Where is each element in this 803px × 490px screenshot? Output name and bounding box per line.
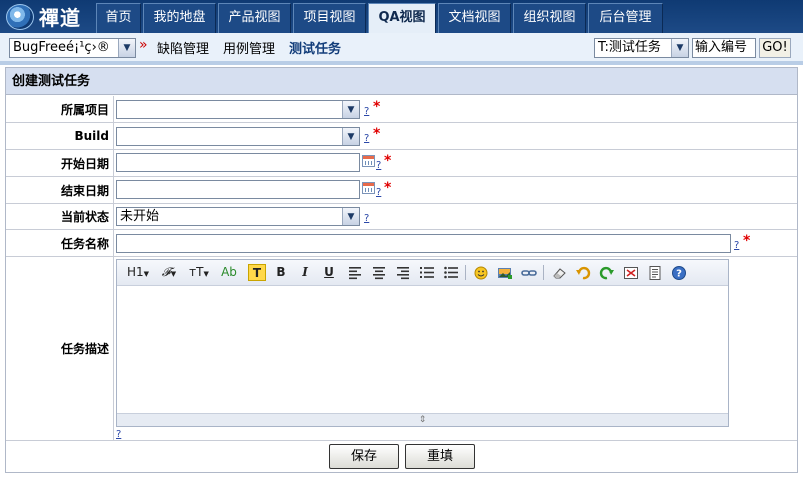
link-case-management[interactable]: 用例管理 <box>223 38 275 57</box>
align-right-icon[interactable] <box>395 264 411 281</box>
chevron-down-icon: ▼ <box>170 270 177 278</box>
required-mark: * <box>743 233 751 249</box>
end-date-input[interactable] <box>116 180 360 199</box>
type-select[interactable]: T:测试任务 ▼ <box>594 38 689 58</box>
chevron-down-icon: ▼ <box>118 39 135 57</box>
help-build[interactable]: ? <box>364 133 369 144</box>
begin-date-input[interactable] <box>116 153 360 172</box>
label-task-name: 任务名称 <box>6 230 114 256</box>
tab-my-space[interactable]: 我的地盘 <box>143 3 216 33</box>
status-select-value: 未开始 <box>120 209 160 224</box>
calendar-icon[interactable] <box>362 155 375 167</box>
panel-title: 创建测试任务 <box>6 68 797 95</box>
tab-admin[interactable]: 后台管理 <box>588 3 663 33</box>
align-center-icon[interactable] <box>371 264 387 281</box>
project-select[interactable]: ▼ <box>116 100 360 119</box>
insert-image-icon[interactable] <box>497 264 513 281</box>
font-size-button[interactable]: тT▼ <box>187 264 211 281</box>
chevron-down-icon: ▼ <box>671 39 688 57</box>
bold-button[interactable]: B <box>273 264 289 281</box>
logo-text: 禪道 <box>39 6 81 30</box>
type-select-value: T:测试任务 <box>598 40 661 55</box>
tab-org-view[interactable]: 组织视图 <box>513 3 586 33</box>
italic-button[interactable]: I <box>297 264 313 281</box>
fullscreen-icon[interactable] <box>623 264 639 281</box>
breadcrumb-separator: » <box>139 37 148 53</box>
label-begin-date: 开始日期 <box>6 150 114 176</box>
heading-button[interactable]: H1▼ <box>125 264 151 281</box>
chevron-down-icon: ▼ <box>342 101 359 118</box>
font-color-button[interactable]: Ab <box>219 264 239 281</box>
row-buttons <box>6 441 797 473</box>
chevron-down-icon: ▼ <box>342 128 359 145</box>
ordered-list-icon[interactable] <box>419 264 435 281</box>
toolbar-separator <box>465 265 466 280</box>
link-bug-management[interactable]: 缺陷管理 <box>157 38 209 57</box>
chevron-down-icon: ▼ <box>203 270 209 278</box>
label-status: 当前状态 <box>6 204 114 229</box>
highlight-button[interactable]: T <box>248 264 266 281</box>
help-status[interactable]: ? <box>364 213 369 224</box>
chevron-down-icon: ▼ <box>143 270 150 278</box>
product-select[interactable]: BugFreeé¡¹ç›® ▼ <box>9 38 136 58</box>
unordered-list-icon[interactable] <box>443 264 459 281</box>
font-family-label: 𝓕 <box>161 265 171 279</box>
reset-button[interactable]: 重填 <box>405 444 475 469</box>
svg-text:?: ? <box>676 269 682 280</box>
emoticon-icon[interactable] <box>473 264 489 281</box>
help-task-name[interactable]: ? <box>734 240 739 251</box>
font-family-button[interactable]: 𝓕▼ <box>157 264 181 281</box>
save-button[interactable]: 保存 <box>329 444 399 469</box>
tab-doc-view[interactable]: 文档视图 <box>438 3 511 33</box>
help-end-date[interactable]: ? <box>376 187 381 198</box>
align-left-icon[interactable] <box>347 264 363 281</box>
product-select-value: BugFreeé¡¹ç›® <box>13 40 110 55</box>
status-select[interactable]: 未开始 ▼ <box>116 207 360 226</box>
underline-button[interactable]: U <box>321 264 337 281</box>
tab-qa-view[interactable]: QA视图 <box>368 3 436 33</box>
label-build: Build <box>6 123 114 149</box>
logo[interactable]: 禪道 <box>6 3 92 30</box>
toolbar-separator <box>543 265 544 280</box>
editor-resize-handle[interactable]: ⇕ <box>117 413 728 426</box>
tab-home[interactable]: 首页 <box>96 3 141 33</box>
tab-product-view[interactable]: 产品视图 <box>218 3 291 33</box>
label-task-desc: 任务描述 <box>6 257 114 440</box>
top-navigation-bar: 禪道 首页 我的地盘 产品视图 项目视图 QA视图 文档视图 组织视图 后台管理 <box>0 0 803 33</box>
label-end-date: 结束日期 <box>6 177 114 203</box>
help-project[interactable]: ? <box>364 106 369 117</box>
link-test-task[interactable]: 测试任务 <box>289 38 341 57</box>
heading-label: H1 <box>126 265 144 279</box>
tab-project-view[interactable]: 项目视图 <box>293 3 366 33</box>
chevron-down-icon: ▼ <box>342 208 359 225</box>
go-button[interactable]: GO! <box>759 38 791 58</box>
required-mark: * <box>373 126 381 142</box>
eraser-icon[interactable] <box>551 264 567 281</box>
task-name-input[interactable] <box>116 234 731 253</box>
required-mark: * <box>384 180 392 196</box>
logo-swirl-icon <box>6 3 34 30</box>
help-task-desc[interactable]: ? <box>116 429 121 440</box>
undo-icon[interactable] <box>575 264 591 281</box>
label-project: 所属项目 <box>6 96 114 122</box>
source-code-icon[interactable] <box>647 264 663 281</box>
id-input[interactable]: 输入编号 <box>692 38 756 58</box>
font-size-label: тT <box>189 265 204 279</box>
help-circle-icon[interactable]: ? <box>671 264 687 281</box>
calendar-icon[interactable] <box>362 182 375 194</box>
build-select[interactable]: ▼ <box>116 127 360 146</box>
required-mark: * <box>373 99 381 115</box>
link-icon[interactable] <box>521 264 537 281</box>
editor-toolbar: H1▼ 𝓕▼ тT▼ Ab T B I U ? <box>117 260 728 286</box>
help-begin-date[interactable]: ? <box>376 160 381 171</box>
task-desc-editor[interactable]: H1▼ 𝓕▼ тT▼ Ab T B I U ? ⇕ <box>116 259 729 427</box>
redo-icon[interactable] <box>599 264 615 281</box>
required-mark: * <box>384 153 392 169</box>
